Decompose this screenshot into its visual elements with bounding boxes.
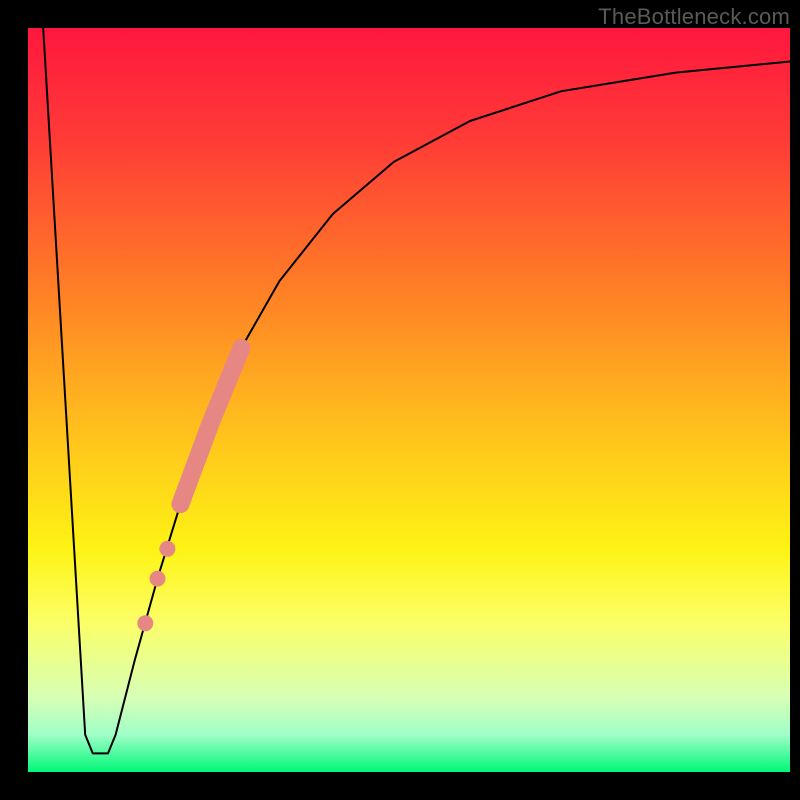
bottleneck-chart [0,0,800,800]
highlight-dot [159,541,175,557]
highlight-dot [137,615,153,631]
watermark-label: TheBottleneck.com [598,4,790,30]
chart-container: TheBottleneck.com [0,0,800,800]
highlight-dot [150,571,166,587]
plot-area [28,28,790,772]
